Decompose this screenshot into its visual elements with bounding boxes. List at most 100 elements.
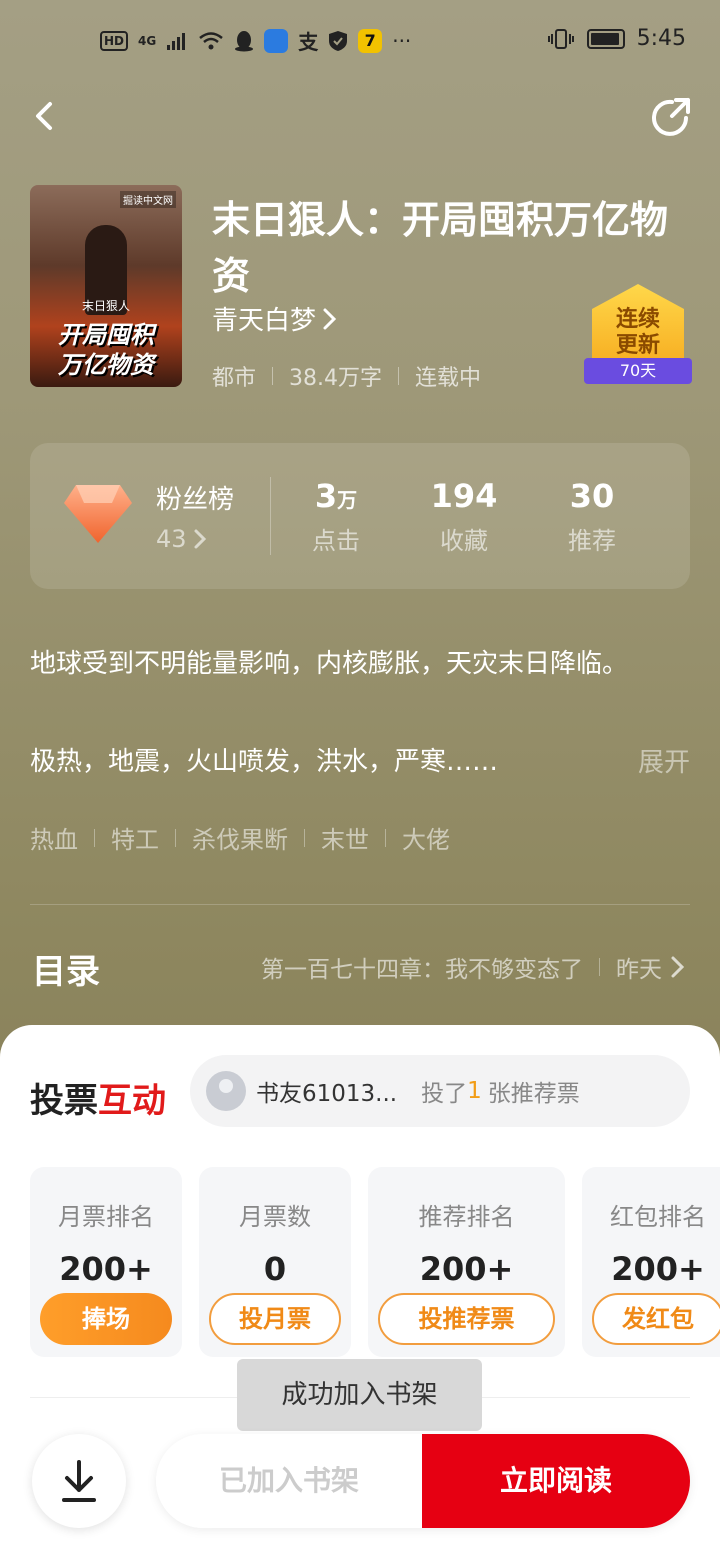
back-button[interactable] <box>28 96 72 140</box>
cover-series: 末日狠人 <box>81 299 130 313</box>
status-icons-left: HD 4G 支 7 ··· <box>100 26 411 55</box>
stats-card: 粉丝榜 43 3万 点击 194 收藏 30 推荐 <box>30 443 690 589</box>
tag[interactable]: 末世 <box>321 820 369 855</box>
clicks-value: 3 <box>314 477 338 515</box>
vote-card-redpacket-rank: 红包排名 200+ 发红包 <box>582 1167 720 1357</box>
recommend-vote-button[interactable]: 投推荐票 <box>378 1293 555 1345</box>
voter-name: 书友61013... <box>256 1081 398 1107</box>
clicks-unit: 万 <box>337 488 358 512</box>
divider <box>30 904 690 905</box>
favorites-label: 收藏 <box>440 527 488 555</box>
network-icon: 4G <box>138 33 157 48</box>
favorites-stat: 194 收藏 <box>409 477 519 556</box>
signal-icon <box>167 32 186 50</box>
added-to-shelf-button[interactable]: 已加入书架 <box>156 1434 422 1528</box>
toast-message: 成功加入书架 <box>237 1359 482 1431</box>
novel-app-icon: 7 <box>358 28 383 53</box>
read-now-button[interactable]: 立即阅读 <box>422 1434 690 1528</box>
vote-card-recommend-rank: 推荐排名 200+ 投推荐票 <box>368 1167 565 1357</box>
hd-icon: HD <box>100 30 129 51</box>
book-cover[interactable]: 掘读中文网 末日狠人 开局囤积 万亿物资 <box>30 185 182 387</box>
serial-status: 连载中 <box>415 366 482 391</box>
vibrate-icon <box>547 28 574 49</box>
description-line1: 地球受到不明能量影响，内核膨胀，天灾末日降临。 <box>30 649 629 679</box>
genre: 都市 <box>212 366 257 391</box>
wifi-icon <box>199 31 224 49</box>
update-time: 昨天 <box>616 957 662 983</box>
clicks-label: 点击 <box>312 527 360 555</box>
author-name: 青天白梦 <box>212 306 317 336</box>
alipay-icon: 支 <box>298 30 319 54</box>
toc-latest-link[interactable]: 第一百七十四章：我不够变态了 昨天 <box>261 950 688 984</box>
card-label: 红包排名 <box>610 1203 706 1231</box>
tag[interactable]: 热血 <box>30 820 78 855</box>
latest-chapter: 第一百七十四章：我不够变态了 <box>261 957 583 983</box>
tag[interactable]: 杀伐果断 <box>192 820 288 855</box>
tag[interactable]: 特工 <box>111 820 159 855</box>
cover-title-line2: 万亿物资 <box>58 351 154 379</box>
divider <box>304 828 305 847</box>
divider <box>270 477 271 555</box>
browser-app-icon <box>264 28 289 53</box>
divider <box>94 828 95 847</box>
card-label: 月票数 <box>239 1203 311 1231</box>
chevron-left-icon <box>36 102 52 130</box>
vote-card-monthly-count: 月票数 0 投月票 <box>199 1167 351 1357</box>
chevron-right-icon <box>194 529 206 549</box>
recommend-label: 推荐 <box>568 527 616 555</box>
red-packet-button[interactable]: 发红包 <box>592 1293 720 1345</box>
vote-prefix: 投了 <box>421 1081 468 1107</box>
fans-rank-link[interactable]: 43 <box>156 525 207 553</box>
vote-title: 投票互动 <box>30 1073 166 1122</box>
badge-line1: 连续 <box>615 306 660 332</box>
tag[interactable]: 大佬 <box>402 820 450 855</box>
vote-suffix: 张推荐票 <box>487 1081 580 1107</box>
book-meta: 都市 38.4万字 连载中 <box>212 360 481 392</box>
cheer-button[interactable]: 捧场 <box>40 1293 172 1345</box>
download-icon <box>62 1460 96 1502</box>
status-bar: HD 4G 支 7 ··· 5:45 <box>0 0 720 84</box>
vote-cards: 月票排名 200+ 捧场 月票数 0 投月票 推荐排名 200+ 投推荐票 红包… <box>30 1167 720 1359</box>
description-line2: 极热，地震，火山喷发，洪水，严寒…… <box>30 747 499 777</box>
clock: 5:45 <box>636 26 686 51</box>
download-button[interactable] <box>32 1434 126 1528</box>
vote-title-black: 投票 <box>30 1081 98 1121</box>
vote-title-red: 互动 <box>98 1081 166 1121</box>
recommend-value: 30 <box>569 477 615 515</box>
word-count: 38.4万字 <box>289 366 383 391</box>
divider <box>175 828 176 847</box>
badge-text: 连续 更新 <box>584 306 692 358</box>
card-value: 200+ <box>59 1250 153 1288</box>
share-icon <box>652 98 690 136</box>
card-label: 推荐排名 <box>418 1203 515 1231</box>
expand-button[interactable]: 展开 <box>638 742 690 779</box>
status-icons-right: 5:45 <box>547 26 686 51</box>
chevron-right-icon <box>671 956 685 978</box>
favorites-value: 194 <box>430 477 498 515</box>
recommend-stat: 30 推荐 <box>537 477 647 556</box>
card-value: 200+ <box>419 1250 514 1288</box>
divider <box>398 367 400 385</box>
update-badge: 连续 更新 70天 <box>584 284 692 396</box>
chevron-right-icon <box>323 308 337 329</box>
share-button[interactable] <box>650 96 694 140</box>
clicks-stat: 3万 点击 <box>281 477 391 556</box>
battery-icon <box>586 28 625 49</box>
monthly-vote-button[interactable]: 投月票 <box>209 1293 341 1345</box>
divider <box>599 958 600 976</box>
tag-list: 热血 特工 杀伐果断 末世 大佬 <box>30 820 450 855</box>
toc-title[interactable]: 目录 <box>32 944 100 993</box>
fans-rank-label: 粉丝榜 <box>156 485 235 515</box>
divider <box>385 828 386 847</box>
fans-count: 43 <box>156 525 187 553</box>
cover-publisher: 掘读中文网 <box>120 191 176 208</box>
avatar <box>206 1071 246 1111</box>
divider <box>272 367 274 385</box>
author-link[interactable]: 青天白梦 <box>212 300 338 337</box>
bottom-action-bar: 已加入书架 立即阅读 <box>156 1434 690 1528</box>
vote-card-monthly-rank: 月票排名 200+ 捧场 <box>30 1167 182 1357</box>
diamond-icon <box>64 485 132 543</box>
more-icon: ··· <box>392 28 412 53</box>
badge-days: 70天 <box>584 358 692 384</box>
vote-count: 1 <box>467 1078 482 1104</box>
